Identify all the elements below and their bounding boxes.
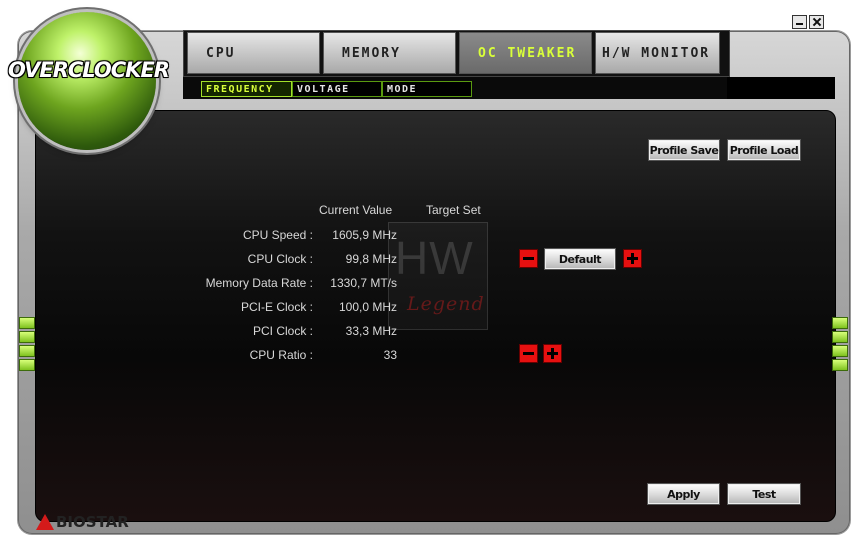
cpu-clock-minus-button[interactable] (519, 249, 538, 268)
row-value-pci-clock: 33,3 MHz (345, 324, 397, 338)
row-label-cpu-speed: CPU Speed : (242, 228, 313, 242)
side-handle[interactable] (19, 331, 35, 343)
plus-icon-vertical (551, 348, 554, 359)
default-button[interactable]: Default (544, 248, 616, 270)
row-value-pcie-clock: 100,0 MHz (338, 300, 397, 314)
subtab-voltage[interactable]: VOLTAGE (292, 81, 382, 97)
watermark-bottom-text: Legend (407, 293, 485, 315)
header-target-set: Target Set (426, 203, 481, 217)
row-label-cpu-ratio: CPU Ratio : (249, 348, 313, 362)
side-handle[interactable] (19, 317, 35, 329)
subtab-frequency[interactable]: FREQUENCY (201, 81, 292, 97)
row-value-cpu-clock: 99,8 MHz (345, 252, 397, 266)
side-handle[interactable] (19, 359, 35, 371)
side-handle[interactable] (832, 317, 848, 329)
tab-memory[interactable]: MEMORY (323, 32, 456, 74)
app-logo-title: OVERCLOCKER (8, 58, 170, 82)
test-button[interactable]: Test (727, 483, 801, 505)
minus-icon (523, 257, 534, 260)
side-handle[interactable] (832, 345, 848, 357)
cpu-ratio-plus-button[interactable] (543, 344, 562, 363)
row-label-pcie-clock: PCI-E Clock : (240, 300, 313, 314)
watermark: HW Legend (388, 222, 488, 330)
main-tabs: CPU MEMORY OC TWEAKER H/W MONITOR (187, 32, 723, 74)
tab-oc-tweaker[interactable]: OC TWEAKER (459, 32, 592, 74)
side-handle[interactable] (19, 345, 35, 357)
cpu-clock-plus-button[interactable] (623, 249, 642, 268)
brand-footer: BIOSTAR (36, 513, 129, 531)
profile-load-button[interactable]: Profile Load (727, 139, 801, 161)
right-side-handles (832, 317, 848, 373)
cpu-ratio-minus-button[interactable] (519, 344, 538, 363)
row-label-memory-data-rate: Memory Data Rate : (205, 276, 313, 290)
profile-save-button[interactable]: Profile Save (648, 139, 720, 161)
row-label-cpu-clock: CPU Clock : (247, 252, 313, 266)
subtab-bar-end (727, 77, 835, 99)
header-current-value: Current Value (319, 203, 393, 217)
tab-hw-monitor[interactable]: H/W MONITOR (595, 32, 720, 74)
row-value-cpu-speed: 1605,9 MHz (332, 228, 397, 242)
apply-button[interactable]: Apply (647, 483, 720, 505)
row-value-memory-data-rate: 1330,7 MT/s (330, 276, 397, 290)
side-handle[interactable] (832, 359, 848, 371)
watermark-top-text: HW (395, 232, 474, 284)
plus-icon-vertical (631, 253, 634, 264)
left-side-handles (19, 317, 35, 373)
close-icon[interactable] (809, 15, 824, 29)
biostar-logo-icon (36, 514, 54, 530)
side-handle[interactable] (832, 331, 848, 343)
sub-tabs: FREQUENCY VOLTAGE MODE (201, 81, 472, 97)
minimize-icon[interactable] (792, 15, 807, 29)
row-value-cpu-ratio: 33 (383, 348, 397, 362)
brand-name: BIOSTAR (56, 513, 129, 531)
tab-cpu[interactable]: CPU (187, 32, 320, 74)
subtab-mode[interactable]: MODE (382, 81, 472, 97)
row-label-pci-clock: PCI Clock : (252, 324, 313, 338)
minus-icon (523, 352, 534, 355)
